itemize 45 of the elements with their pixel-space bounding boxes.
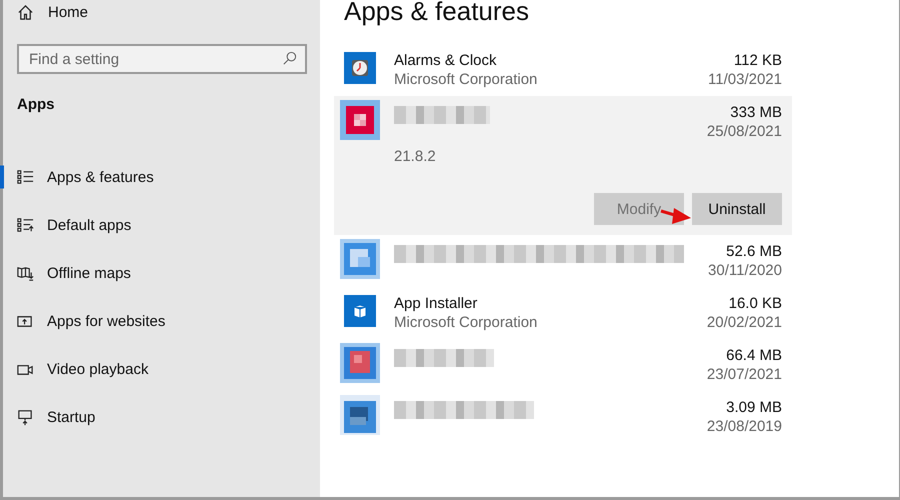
home-icon	[17, 4, 34, 20]
app-row[interactable]: App Installer Microsoft Corporation 16.0 KB 20/02/2021	[334, 287, 792, 339]
app-row[interactable]: Alarms & Clock Microsoft Corporation 112 KB 11/03/2021	[334, 44, 792, 96]
install-date: 23/08/2019	[706, 418, 782, 435]
pixelated-app-icon	[340, 343, 380, 383]
uninstall-button[interactable]: Uninstall	[692, 193, 782, 225]
install-date: 25/08/2021	[706, 123, 782, 140]
app-size: 3.09 MB	[726, 399, 782, 416]
section-heading: Apps	[17, 96, 56, 113]
page-title: Apps & features	[344, 0, 530, 28]
install-date: 11/03/2021	[708, 71, 782, 88]
pointer-arrow	[660, 207, 692, 225]
nav-item[interactable]: Apps & features	[0, 153, 320, 201]
pixelated-app-icon	[340, 239, 380, 279]
app-name: Alarms & Clock	[394, 52, 498, 69]
app-size: 16.0 KB	[728, 295, 782, 312]
search-field[interactable]: Find a setting	[17, 44, 307, 74]
clock-icon	[344, 52, 376, 84]
app-name: App Installer	[394, 295, 478, 312]
list-icon	[16, 168, 35, 186]
nav-item[interactable]: Default apps	[0, 201, 320, 249]
app-version: 21.8.2	[394, 148, 437, 165]
app-size: 112 KB	[734, 52, 782, 69]
search-icon	[282, 51, 297, 66]
monitor-arrow-icon	[16, 408, 35, 426]
app-size: 66.4 MB	[726, 347, 782, 364]
home-link[interactable]: Home	[3, 0, 94, 24]
box-icon	[344, 295, 376, 327]
app-row[interactable]: 66.4 MB 23/07/2021	[334, 339, 792, 391]
app-publisher: Microsoft Corporation	[394, 314, 538, 331]
app-size: 333 MB	[730, 104, 782, 121]
nav-item[interactable]: Video playback	[0, 345, 320, 393]
install-date: 20/02/2021	[706, 314, 782, 331]
install-date: 23/07/2021	[706, 366, 782, 383]
pixelated-app-icon	[340, 395, 380, 435]
app-row[interactable]: 3.09 MB 23/08/2019	[334, 391, 792, 443]
app-size: 52.6 MB	[726, 243, 782, 260]
list-arrow-icon	[16, 216, 35, 234]
pixelated-app-icon	[340, 100, 380, 140]
app-row[interactable]: 52.6 MB 30/11/2020	[334, 235, 792, 287]
nav-item[interactable]: Startup	[0, 393, 320, 441]
install-date: 30/11/2020	[708, 262, 782, 279]
nav-item[interactable]: Apps for websites	[0, 297, 320, 345]
nav-item[interactable]: Offline maps	[0, 249, 320, 297]
app-publisher: Microsoft Corporation	[394, 71, 538, 88]
